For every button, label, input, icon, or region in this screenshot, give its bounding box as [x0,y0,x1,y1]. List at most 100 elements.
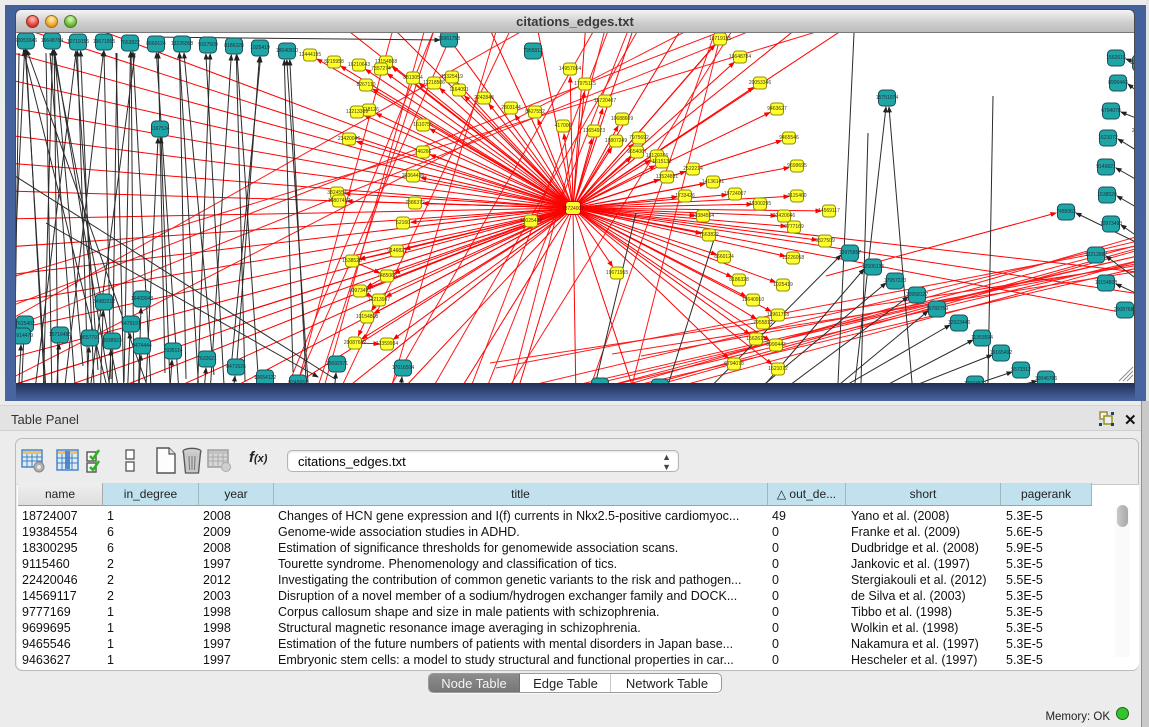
svg-text:15751074: 15751074 [876,95,898,101]
svg-text:1164091: 1164091 [449,87,468,93]
svg-text:16961758: 16961758 [438,36,460,42]
svg-text:746266: 746266 [415,149,432,155]
svg-text:8471626: 8471626 [226,364,246,370]
svg-text:2242848: 2242848 [474,95,494,101]
svg-text:8990443: 8990443 [1108,80,1128,86]
svg-text:20087682: 20087682 [344,340,366,346]
svg-text:10719155: 10719155 [67,39,89,45]
svg-text:1621072: 1621072 [768,366,788,372]
svg-text:2522214: 2522214 [683,166,703,172]
svg-text:7357274: 7357274 [371,66,391,72]
svg-text:7975692: 7975692 [629,135,649,141]
svg-text:7955812: 7955812 [523,48,543,54]
svg-text:9474444: 9474444 [132,343,152,349]
svg-text:10973493: 10973493 [1100,221,1122,227]
svg-text:10654122: 10654122 [254,375,276,381]
svg-text:18724007: 18724007 [562,206,584,212]
svg-text:18300295: 18300295 [749,201,771,207]
svg-text:34982212: 34982212 [93,299,115,305]
svg-text:2935114: 2935114 [163,348,182,354]
svg-text:12505135: 12505135 [862,264,884,270]
svg-text:8990443: 8990443 [766,342,786,348]
svg-text:18724007: 18724007 [724,191,746,197]
svg-text:1025419: 1025419 [773,282,793,288]
svg-text:10154808: 10154808 [1095,280,1117,286]
svg-text:7485063: 7485063 [377,273,397,279]
svg-text:7625402: 7625402 [16,321,35,327]
svg-text:18807249: 18807249 [605,138,627,144]
svg-text:13226058: 13226058 [782,255,804,261]
svg-text:13975857: 13975857 [839,250,861,256]
svg-text:11353594: 11353594 [971,335,993,341]
svg-text:12923446: 12923446 [948,320,970,326]
svg-text:7663822: 7663822 [120,40,140,46]
svg-text:9327509: 9327509 [815,238,835,244]
svg-text:15720407: 15720407 [594,98,616,104]
svg-text:1538520: 1538520 [342,258,362,264]
svg-text:16782759: 16782759 [926,306,948,312]
svg-text:20364436: 20364436 [402,173,424,179]
svg-text:20053346: 20053346 [749,80,771,86]
svg-text:16648784: 16648784 [41,38,63,44]
svg-text:417006: 417006 [555,123,572,129]
svg-text:7955812: 7955812 [753,320,773,326]
svg-text:8186328: 8186328 [729,277,749,283]
svg-text:8813054: 8813054 [403,75,423,81]
svg-text:10958127: 10958127 [906,292,928,298]
svg-text:1538520: 1538520 [1097,192,1117,198]
svg-text:10046786: 10046786 [1035,376,1057,382]
svg-text:12213987: 12213987 [368,297,390,303]
svg-text:8215958: 8215958 [324,59,344,65]
svg-text:7632621: 7632621 [197,356,217,362]
svg-text:5573312: 5573312 [1011,367,1031,373]
svg-text:16648784: 16648784 [729,54,751,60]
svg-text:1733426: 1733426 [675,193,695,199]
svg-text:11218506: 11218506 [423,80,445,86]
svg-text:9777169: 9777169 [784,224,804,230]
svg-text:7386372: 7386372 [405,200,425,206]
svg-text:6794078: 6794078 [724,361,744,367]
svg-text:8660124: 8660124 [146,41,166,47]
svg-text:19671955: 19671955 [93,39,115,45]
svg-text:19671955: 19671955 [606,270,628,276]
svg-text:18640910: 18640910 [742,297,764,303]
svg-text:11325419: 11325419 [441,74,463,80]
svg-text:1025419: 1025419 [250,45,270,51]
svg-text:9465546: 9465546 [779,135,799,141]
svg-text:9115460: 9115460 [787,193,806,199]
svg-text:13226058: 13226058 [171,41,193,47]
svg-text:8267110: 8267110 [356,82,375,88]
svg-text:62160: 62160 [396,220,410,226]
svg-text:13654923: 13654923 [583,128,605,134]
svg-text:15914479: 15914479 [16,333,33,339]
svg-text:6479197: 6479197 [121,321,141,327]
svg-text:17957223: 17957223 [884,278,906,284]
svg-text:1562615: 1562615 [1106,55,1126,61]
svg-text:8938923: 8938923 [102,338,122,344]
svg-text:17016504: 17016504 [392,365,414,371]
svg-text:26206535: 26206535 [1132,128,1134,134]
svg-text:10154808: 10154808 [356,314,378,320]
svg-text:12213389: 12213389 [346,109,368,115]
svg-text:9654067: 9654067 [627,149,647,155]
svg-text:6794078: 6794078 [1101,108,1121,114]
svg-text:10719155: 10719155 [709,36,731,42]
svg-text:9463627: 9463627 [767,106,787,112]
svg-text:8186328: 8186328 [224,43,244,49]
svg-text:15716485: 15716485 [49,332,71,338]
svg-text:9699695: 9699695 [787,163,807,169]
svg-text:10807457: 10807457 [328,198,350,204]
svg-text:12359934: 12359934 [376,341,398,347]
svg-text:7663822: 7663822 [699,232,719,238]
svg-text:9245652: 9245652 [288,380,308,383]
svg-text:12444195: 12444195 [299,52,321,58]
svg-text:14136141: 14136141 [702,179,724,185]
svg-text:9146821: 9146821 [1096,164,1116,170]
svg-text:8427552: 8427552 [525,109,545,115]
svg-text:20087682: 20087682 [1114,307,1134,313]
svg-text:8660124: 8660124 [714,254,734,260]
svg-text:1167534: 1167534 [150,126,169,132]
svg-text:9327509: 9327509 [198,42,218,48]
svg-text:10973493: 10973493 [349,288,371,294]
svg-text:12359934: 12359934 [1130,60,1134,66]
